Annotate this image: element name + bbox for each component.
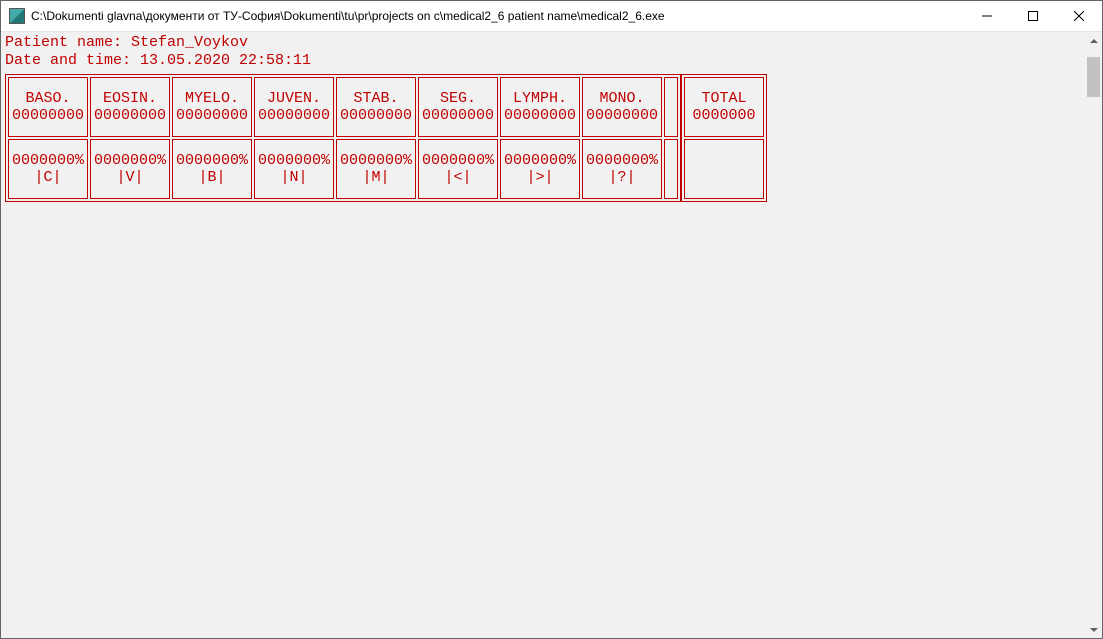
cell-value: 00000000: [12, 107, 84, 124]
cell-value: |?|: [608, 169, 635, 186]
cell-value: 00000000: [258, 107, 330, 124]
cell-value: 00000000: [176, 107, 248, 124]
cell-gap-bottom: [664, 139, 678, 199]
cell-value: 00000000: [586, 107, 658, 124]
cell-myelo: MYELO.00000000: [172, 77, 252, 137]
cell-label: 0000000%: [422, 152, 494, 169]
cell-value: 0000000: [692, 107, 755, 124]
cell-value: |V|: [116, 169, 143, 186]
datetime-line: Date and time: 13.05.2020 22:58:11: [5, 52, 1098, 70]
datetime-label: Date and time:: [5, 52, 140, 69]
maximize-icon: [1028, 11, 1038, 21]
cell-seg: SEG.00000000: [418, 77, 498, 137]
cell-value: |<|: [444, 169, 471, 186]
window-buttons: [964, 1, 1102, 31]
cell-juven: JUVEN.00000000: [254, 77, 334, 137]
cell-value: |M|: [362, 169, 389, 186]
console-content: Patient name: Stefan_Voykov Date and tim…: [1, 32, 1102, 204]
chevron-up-icon: [1090, 37, 1098, 45]
total-grid: TOTAL0000000: [681, 74, 767, 202]
cell-value: 00000000: [340, 107, 412, 124]
scrollbar-thumb[interactable]: [1087, 57, 1100, 97]
cell-pct-c: 0000000%|C|: [8, 139, 88, 199]
cell-label: 0000000%: [94, 152, 166, 169]
cell-value: 00000000: [504, 107, 576, 124]
cell-label: 0000000%: [176, 152, 248, 169]
cell-label: 0000000%: [258, 152, 330, 169]
cell-stab: STAB.00000000: [336, 77, 416, 137]
cell-pct-v: 0000000%|V|: [90, 139, 170, 199]
datetime-value: 13.05.2020 22:58:11: [140, 52, 311, 69]
cell-pct-n: 0000000%|N|: [254, 139, 334, 199]
cell-lymph: LYMPH.00000000: [500, 77, 580, 137]
cell-label: BASO.: [25, 90, 70, 107]
window-title: C:\Dokumenti glavna\документи от ТУ-Софи…: [31, 9, 964, 23]
window-titlebar: C:\Dokumenti glavna\документи от ТУ-Софи…: [1, 1, 1102, 32]
cell-label: TOTAL: [701, 90, 746, 107]
cell-label: SEG.: [440, 90, 476, 107]
cell-pct-b: 0000000%|B|: [172, 139, 252, 199]
cell-pct-q: 0000000%|?|: [582, 139, 662, 199]
cell-mono: MONO.00000000: [582, 77, 662, 137]
cell-label: LYMPH.: [513, 90, 567, 107]
cell-label: 0000000%: [586, 152, 658, 169]
scroll-down-button[interactable]: [1085, 621, 1102, 638]
minimize-icon: [982, 11, 992, 21]
minimize-button[interactable]: [964, 1, 1010, 31]
cell-gap-top: [664, 77, 678, 137]
maximize-button[interactable]: [1010, 1, 1056, 31]
cell-baso: BASO.00000000: [8, 77, 88, 137]
cell-total-empty: [684, 139, 764, 199]
client-area: Patient name: Stefan_Voykov Date and tim…: [1, 32, 1102, 638]
cell-value: |N|: [280, 169, 307, 186]
close-button[interactable]: [1056, 1, 1102, 31]
cell-value: |B|: [198, 169, 225, 186]
close-icon: [1074, 11, 1084, 21]
patient-label: Patient name:: [5, 34, 131, 51]
cell-value: |C|: [34, 169, 61, 186]
cell-value: |>|: [526, 169, 553, 186]
cell-label: EOSIN.: [103, 90, 157, 107]
chevron-down-icon: [1090, 626, 1098, 634]
cell-pct-gt: 0000000%|>|: [500, 139, 580, 199]
cell-value: 00000000: [94, 107, 166, 124]
cell-total: TOTAL0000000: [684, 77, 764, 137]
scrollbar-track[interactable]: [1085, 49, 1102, 621]
cell-label: JUVEN.: [267, 90, 321, 107]
vertical-scrollbar[interactable]: [1085, 32, 1102, 638]
cell-label: STAB.: [353, 90, 398, 107]
scroll-up-button[interactable]: [1085, 32, 1102, 49]
main-grid: BASO.00000000 EOSIN.00000000 MYELO.00000…: [5, 74, 681, 202]
cell-label: MYELO.: [185, 90, 239, 107]
cell-label: 0000000%: [12, 152, 84, 169]
cell-pct-m: 0000000%|M|: [336, 139, 416, 199]
cell-label: 0000000%: [504, 152, 576, 169]
app-icon: [9, 8, 25, 24]
cell-value: 00000000: [422, 107, 494, 124]
cell-pct-lt: 0000000%|<|: [418, 139, 498, 199]
data-grid: BASO.00000000 EOSIN.00000000 MYELO.00000…: [5, 74, 1098, 202]
cell-label: MONO.: [599, 90, 644, 107]
grid-row-2: 0000000%|C| 0000000%|V| 0000000%|B| 0000…: [7, 138, 679, 200]
cell-label: 0000000%: [340, 152, 412, 169]
patient-line: Patient name: Stefan_Voykov: [5, 34, 1098, 52]
grid-row-1: BASO.00000000 EOSIN.00000000 MYELO.00000…: [7, 76, 679, 138]
cell-eosin: EOSIN.00000000: [90, 77, 170, 137]
patient-name: Stefan_Voykov: [131, 34, 248, 51]
